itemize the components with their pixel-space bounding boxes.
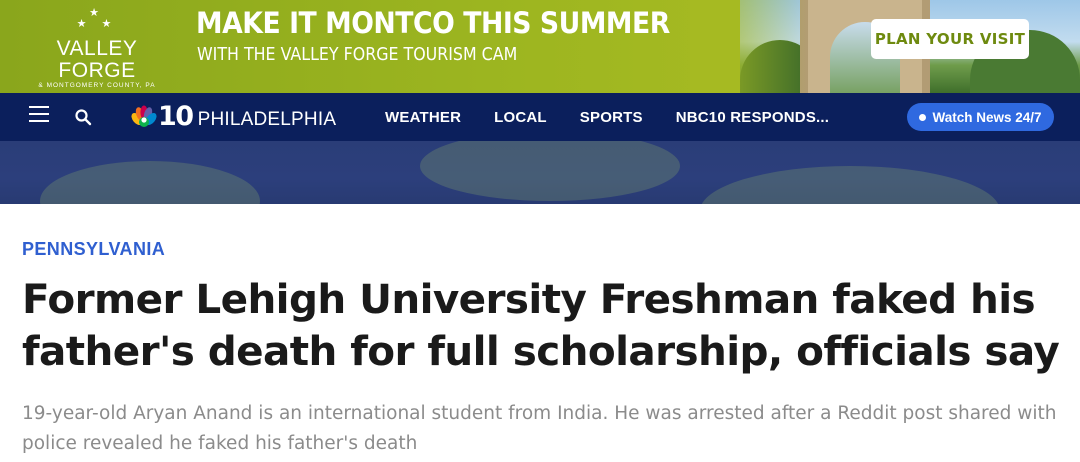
nbc10-philadelphia-logo[interactable]: 10 PHILADELPHIA [131, 101, 336, 133]
category-label[interactable]: PENNSYLVANIA [22, 239, 165, 260]
article-dek: 19-year-old Aryan Anand is an internatio… [22, 403, 1057, 454]
nbc-peacock-icon [131, 105, 157, 127]
nav-link-nbc10-responds[interactable]: NBC10 RESPONDS... [676, 109, 829, 126]
nav-link-weather[interactable]: WEATHER [385, 109, 461, 126]
valley-forge-logo: ★ ★ ★ VALLEY FORGE & MONTGOMERY COUNTY, P… [22, 6, 172, 90]
search-icon[interactable] [74, 108, 92, 126]
ad-brand-sub: & MONTGOMERY COUNTY, PA [38, 82, 156, 89]
logo-city: PHILADELPHIA [197, 109, 337, 130]
watch-news-button[interactable]: Watch News 24/7 [907, 103, 1054, 131]
article-headline: Former Lehigh University Freshman faked … [22, 275, 1060, 375]
live-dot-icon [919, 113, 927, 121]
hero-image-strip [0, 141, 1080, 204]
ad-headline: MAKE IT MONTCO THIS SUMMER [196, 6, 670, 40]
watch-news-label: Watch News 24/7 [932, 109, 1042, 125]
ad-brand-name: VALLEY FORGE [56, 37, 138, 82]
nav-link-local[interactable]: LOCAL [494, 109, 547, 126]
stars-icon: ★ ★ ★ [76, 7, 118, 30]
logo-number: 10 [158, 101, 194, 132]
plan-your-visit-button[interactable]: PLAN YOUR VISIT [871, 19, 1029, 59]
nav-links: WEATHER LOCAL SPORTS NBC10 RESPONDS... [385, 93, 862, 141]
hamburger-menu-icon[interactable] [29, 106, 49, 124]
nav-link-sports[interactable]: SPORTS [580, 109, 643, 126]
ad-banner[interactable]: ★ ★ ★ VALLEY FORGE & MONTGOMERY COUNTY, P… [0, 0, 1080, 93]
ad-subline: WITH THE VALLEY FORGE TOURISM CAM [197, 44, 518, 65]
main-nav: 10 PHILADELPHIA WEATHER LOCAL SPORTS NBC… [0, 93, 1080, 141]
